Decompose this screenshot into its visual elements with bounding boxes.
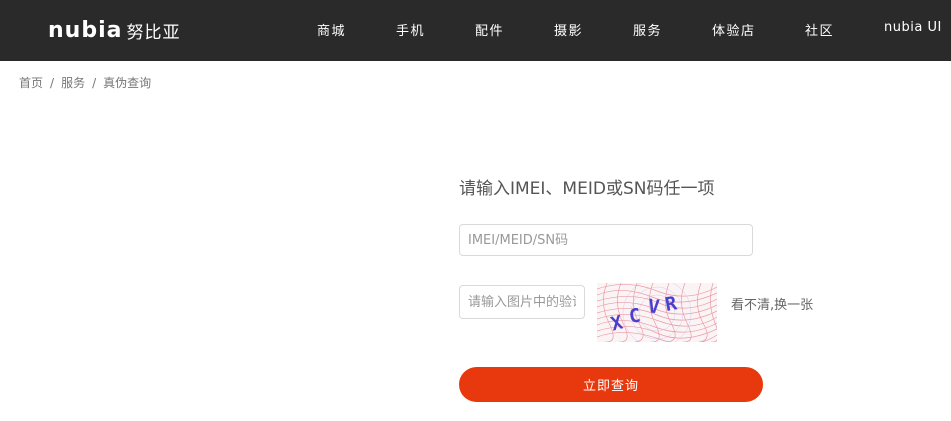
- captcha-char: V: [647, 295, 661, 318]
- breadcrumb-separator: /: [50, 75, 55, 90]
- nubia-logo[interactable]: nubia 努比亚: [48, 14, 180, 46]
- imei-input[interactable]: [459, 224, 753, 256]
- captcha-image[interactable]: X C V R: [597, 283, 717, 342]
- captcha-input[interactable]: [459, 285, 585, 319]
- logo-chinese-name: 努比亚: [126, 22, 181, 43]
- nav-item-community[interactable]: 社区: [805, 20, 834, 39]
- refresh-captcha-link[interactable]: 看不清,换一张: [731, 294, 813, 313]
- nav-item-phones[interactable]: 手机: [396, 20, 425, 39]
- logo-wordmark: nubia: [48, 17, 123, 43]
- nav-item-service[interactable]: 服务: [633, 20, 662, 39]
- breadcrumb-current: 真伪查询: [103, 76, 152, 90]
- breadcrumb-home[interactable]: 首页: [19, 74, 43, 91]
- breadcrumb-service[interactable]: 服务: [61, 74, 85, 91]
- nav-item-accessories[interactable]: 配件: [475, 20, 504, 39]
- form-title: 请输入IMEI、MEID或SN码任一项: [459, 179, 715, 199]
- breadcrumb-separator: /: [92, 75, 97, 90]
- nav-item-mall[interactable]: 商城: [317, 20, 346, 39]
- nav-item-nubia-ui[interactable]: nubia UI: [884, 20, 942, 35]
- top-navigation-bar: nubia 努比亚 商城 手机 配件 摄影 服务 体验店 社区 nubia UI: [0, 0, 951, 61]
- nav-item-photography[interactable]: 摄影: [554, 20, 583, 39]
- query-submit-button[interactable]: 立即查询: [459, 367, 763, 402]
- breadcrumb: 首页 / 服务 / 真伪查询: [19, 74, 151, 91]
- nav-item-experience-store[interactable]: 体验店: [712, 20, 756, 39]
